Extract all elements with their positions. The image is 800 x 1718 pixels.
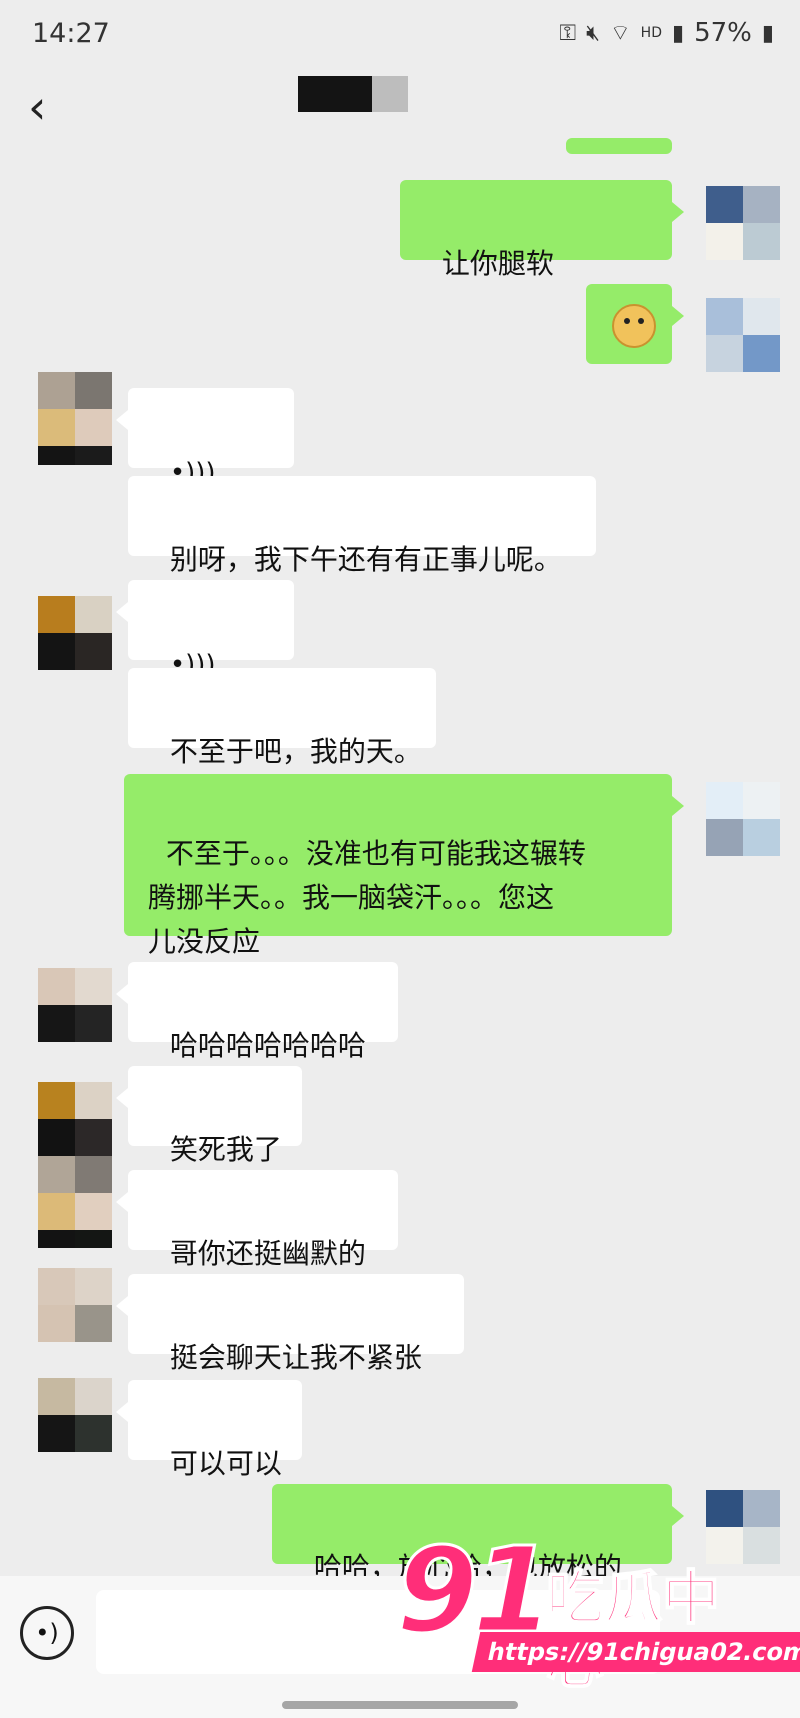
doge-sticker-icon: [612, 304, 656, 348]
message-text: 挺会聊天让我不紧张: [169, 1341, 422, 1374]
message-text: 可以可以: [169, 1447, 282, 1480]
message-text: 让你腿软: [441, 247, 554, 280]
message-text: 哈哈哈哈哈哈哈: [169, 1029, 366, 1062]
avatar-contact[interactable]: [38, 1268, 112, 1342]
avatar-self[interactable]: [706, 1490, 780, 1564]
wifi-icon: ⌔: [609, 21, 631, 46]
message-bubble-partial[interactable]: [566, 138, 672, 154]
avatar-contact[interactable]: [38, 372, 112, 446]
message-bubble[interactable]: 哈哈，放心哈，包放松的: [272, 1484, 684, 1584]
avatar-self[interactable]: [706, 298, 780, 372]
chevron-left-icon[interactable]: ‹: [28, 84, 46, 130]
avatar-self[interactable]: [706, 782, 780, 856]
battery-icon: ▮: [761, 20, 774, 46]
avatar-contact[interactable]: [38, 1082, 112, 1156]
message-bubble[interactable]: 让你腿软: [400, 180, 684, 280]
contact-name-censored: [298, 76, 408, 112]
voice-input-icon[interactable]: •): [20, 1606, 74, 1660]
input-bar: •): [0, 1576, 800, 1718]
avatar-contact[interactable]: [38, 1378, 112, 1452]
message-bubble[interactable]: 可以可以: [116, 1380, 302, 1480]
signal-icon: ▮: [671, 20, 685, 46]
vpn-key-icon: ⚿: [559, 20, 577, 46]
status-icons: ⚿ 🔇︎ ⌔ HD ▮ 57% ▮: [559, 18, 774, 48]
avatar-contact[interactable]: [38, 1156, 112, 1230]
message-bubble[interactable]: 不至于吧，我的天。: [128, 668, 436, 768]
message-text: 别呀，我下午还有有正事儿呢。: [169, 543, 562, 576]
avatar-self[interactable]: [706, 186, 780, 260]
mute-icon: 🔇︎: [586, 20, 600, 46]
message-bubble[interactable]: 挺会聊天让我不紧张: [116, 1274, 464, 1374]
message-input[interactable]: [96, 1590, 660, 1674]
avatar-contact[interactable]: [38, 1230, 112, 1266]
message-text: 不至于吧，我的天。: [169, 735, 422, 768]
battery-level: 57%: [694, 18, 752, 48]
voice-message-bubble[interactable]: •))) 3": [116, 388, 294, 533]
avatar-contact[interactable]: [38, 446, 112, 484]
message-bubble[interactable]: 哥你还挺幽默的: [116, 1170, 398, 1270]
voice-message-bubble[interactable]: •))) 3": [116, 580, 294, 725]
message-bubble[interactable]: 哈哈哈哈哈哈哈: [116, 962, 398, 1062]
message-text: 不至于。。。没准也有可能我这辗转 腾挪半天。。我一脑袋汗。。。您这 儿没反应: [148, 837, 586, 958]
status-bar: 14:27 ⚿ 🔇︎ ⌔ HD ▮ 57% ▮: [0, 0, 800, 70]
avatar-contact[interactable]: [38, 968, 112, 1042]
status-time: 14:27: [32, 18, 110, 49]
message-bubble[interactable]: 别呀，我下午还有有正事儿呢。: [128, 476, 596, 576]
message-bubble[interactable]: 笑死我了: [116, 1066, 302, 1166]
message-text: 哥你还挺幽默的: [169, 1237, 366, 1270]
message-bubble[interactable]: 不至于。。。没准也有可能我这辗转 腾挪半天。。我一脑袋汗。。。您这 儿没反应: [124, 774, 684, 958]
message-text: 笑死我了: [169, 1133, 282, 1166]
avatar-contact[interactable]: [38, 596, 112, 670]
chat-header: ‹: [0, 70, 800, 152]
network-label: HD: [640, 25, 662, 41]
home-indicator[interactable]: [282, 1701, 518, 1709]
